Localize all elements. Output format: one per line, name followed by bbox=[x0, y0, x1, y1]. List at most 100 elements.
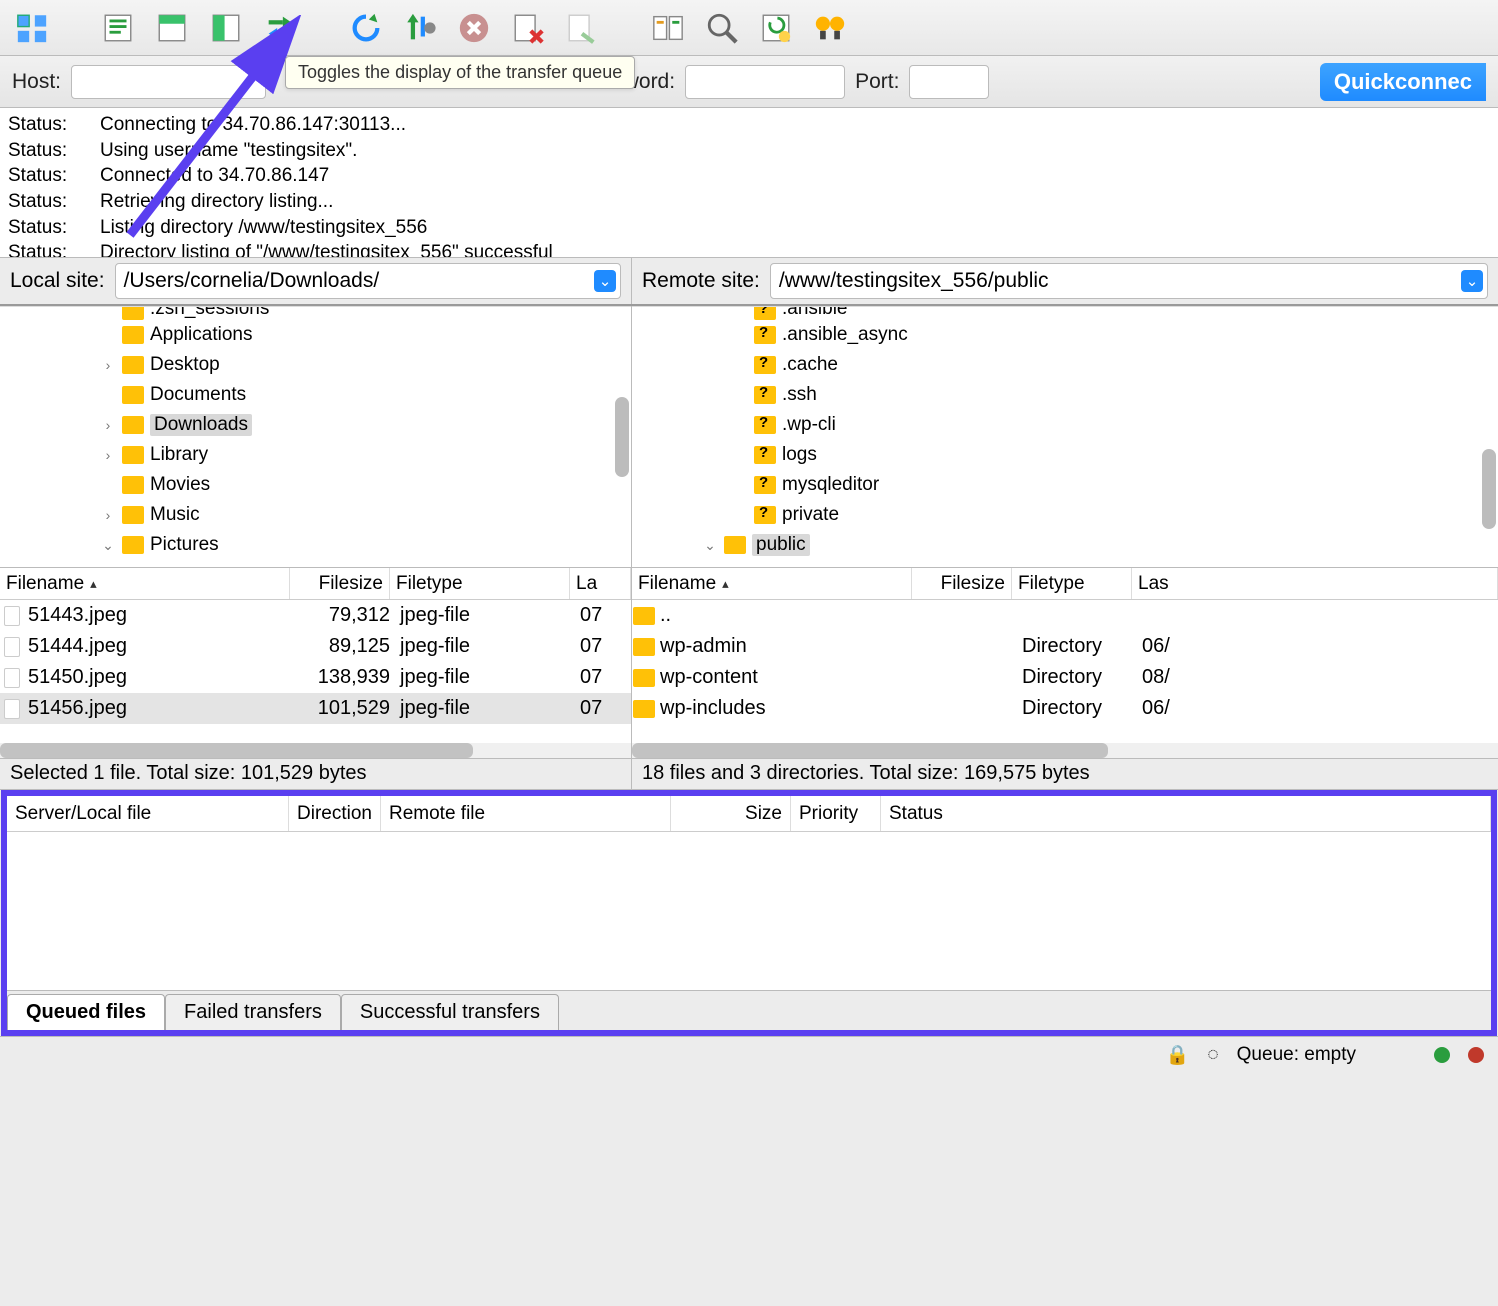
site-manager-button[interactable] bbox=[12, 8, 52, 48]
tree-item[interactable]: .ansible_async bbox=[632, 320, 1498, 350]
host-label: Host: bbox=[12, 70, 61, 94]
col-filetype[interactable]: Filetype bbox=[1012, 568, 1132, 599]
disconnect-button[interactable] bbox=[508, 8, 548, 48]
cell-mod: 08/ bbox=[1132, 666, 1498, 689]
list-row[interactable]: 51444.jpeg 89,125 jpeg-file 07 bbox=[0, 631, 631, 662]
tree-item[interactable]: .zsh_sessions bbox=[0, 306, 631, 320]
host-input[interactable] bbox=[71, 65, 266, 99]
tree-item[interactable]: .ansible bbox=[632, 306, 1498, 320]
expand-icon[interactable]: › bbox=[100, 417, 116, 433]
col-filesize[interactable]: Filesize bbox=[290, 568, 390, 599]
filter-button[interactable] bbox=[810, 8, 850, 48]
local-path: /Users/cornelia/Downloads/ bbox=[124, 269, 380, 293]
tree-item[interactable]: ›Library bbox=[0, 440, 631, 470]
col-filetype[interactable]: Filetype bbox=[390, 568, 570, 599]
expand-icon[interactable]: › bbox=[100, 447, 116, 463]
tab-failed-transfers[interactable]: Failed transfers bbox=[165, 994, 341, 1030]
scrollbar[interactable] bbox=[1482, 449, 1496, 529]
tree-item[interactable]: Applications bbox=[0, 320, 631, 350]
folder-icon bbox=[122, 476, 144, 494]
log-msg: Using username "testingsitex". bbox=[100, 138, 1490, 164]
folder-icon bbox=[754, 356, 776, 374]
remote-path-select[interactable]: /www/testingsitex_556/public ⌄ bbox=[770, 263, 1488, 299]
expand-icon[interactable]: › bbox=[100, 357, 116, 373]
h-scrollbar[interactable] bbox=[632, 743, 1498, 758]
col-filename[interactable]: Filename bbox=[632, 568, 912, 599]
tree-label: Music bbox=[150, 504, 200, 526]
queue-body[interactable] bbox=[7, 832, 1491, 990]
file-icon bbox=[4, 606, 20, 626]
quickconnect-button[interactable]: Quickconnec bbox=[1320, 63, 1486, 101]
toggle-queue-button[interactable] bbox=[260, 8, 300, 48]
cell-size: 79,312 bbox=[290, 604, 390, 627]
folder-icon bbox=[754, 306, 776, 320]
tree-item[interactable]: .ssh bbox=[632, 380, 1498, 410]
tree-item[interactable]: private bbox=[632, 500, 1498, 530]
col-modified[interactable]: La bbox=[570, 568, 631, 599]
folder-icon bbox=[122, 446, 144, 464]
col-priority[interactable]: Priority bbox=[791, 796, 881, 831]
local-site-label: Local site: bbox=[10, 269, 105, 293]
cancel-button[interactable] bbox=[454, 8, 494, 48]
compare-button[interactable] bbox=[648, 8, 688, 48]
process-queue-button[interactable] bbox=[400, 8, 440, 48]
expand-icon[interactable]: ⌄ bbox=[702, 537, 718, 554]
scrollbar[interactable] bbox=[615, 397, 629, 477]
toggle-log-button[interactable] bbox=[98, 8, 138, 48]
list-row[interactable]: 51456.jpeg 101,529 jpeg-file 07 bbox=[0, 693, 631, 724]
queue-status: Queue: empty bbox=[1237, 1044, 1356, 1066]
search-button[interactable] bbox=[702, 8, 742, 48]
col-status[interactable]: Status bbox=[881, 796, 1491, 831]
reconnect-button[interactable] bbox=[562, 8, 602, 48]
chevron-down-icon: ⌄ bbox=[594, 270, 616, 292]
refresh-button[interactable] bbox=[346, 8, 386, 48]
status-bar: 🔒 ◌ Queue: empty bbox=[0, 1036, 1498, 1072]
sync-browse-button[interactable] bbox=[756, 8, 796, 48]
port-input[interactable] bbox=[909, 65, 989, 99]
col-size[interactable]: Size bbox=[671, 796, 791, 831]
list-row[interactable]: 51443.jpeg 79,312 jpeg-file 07 bbox=[0, 600, 631, 631]
local-tree[interactable]: .zsh_sessionsApplications›DesktopDocumen… bbox=[0, 306, 632, 567]
log-label: Status: bbox=[8, 240, 100, 258]
list-row[interactable]: wp-content Directory 08/ bbox=[632, 662, 1498, 693]
remote-file-list[interactable]: Filename Filesize Filetype Las .. wp-adm… bbox=[632, 568, 1498, 758]
tree-item[interactable]: › Music bbox=[0, 500, 631, 530]
list-row[interactable]: wp-includes Directory 06/ bbox=[632, 693, 1498, 724]
col-filename[interactable]: Filename bbox=[0, 568, 290, 599]
folder-icon bbox=[633, 669, 655, 687]
password-input[interactable] bbox=[685, 65, 845, 99]
list-row[interactable]: .. bbox=[632, 600, 1498, 631]
remote-tree[interactable]: .ansible.ansible_async.cache.ssh.wp-clil… bbox=[632, 306, 1498, 567]
tree-item[interactable]: .wp-cli bbox=[632, 410, 1498, 440]
toggle-local-tree-button[interactable] bbox=[152, 8, 192, 48]
local-path-select[interactable]: /Users/cornelia/Downloads/ ⌄ bbox=[115, 263, 621, 299]
expand-icon[interactable]: ⌄ bbox=[100, 537, 116, 554]
tab-successful-transfers[interactable]: Successful transfers bbox=[341, 994, 559, 1030]
tree-item[interactable]: Documents bbox=[0, 380, 631, 410]
tree-item[interactable]: logs bbox=[632, 440, 1498, 470]
tree-item[interactable]: ›Desktop bbox=[0, 350, 631, 380]
list-header: Filename Filesize Filetype Las bbox=[632, 568, 1498, 600]
local-file-list[interactable]: Filename Filesize Filetype La 51443.jpeg… bbox=[0, 568, 632, 758]
list-row[interactable]: 51450.jpeg 138,939 jpeg-file 07 bbox=[0, 662, 631, 693]
col-server-file[interactable]: Server/Local file bbox=[7, 796, 289, 831]
h-scrollbar[interactable] bbox=[0, 743, 631, 758]
expand-icon[interactable]: › bbox=[100, 507, 116, 523]
tree-item[interactable]: ›Downloads bbox=[0, 410, 631, 440]
list-row[interactable]: wp-admin Directory 06/ bbox=[632, 631, 1498, 662]
tree-item[interactable]: Movies bbox=[0, 470, 631, 500]
tree-item[interactable]: ⌄public bbox=[632, 530, 1498, 560]
tab-queued-files[interactable]: Queued files bbox=[7, 994, 165, 1030]
toggle-remote-tree-button[interactable] bbox=[206, 8, 246, 48]
message-log: Status:Connecting to 34.70.86.147:30113.… bbox=[0, 108, 1498, 258]
file-lists: Filename Filesize Filetype La 51443.jpeg… bbox=[0, 568, 1498, 758]
col-filesize[interactable]: Filesize bbox=[912, 568, 1012, 599]
cell-type: Directory bbox=[1012, 635, 1132, 658]
col-remote-file[interactable]: Remote file bbox=[381, 796, 671, 831]
col-direction[interactable]: Direction bbox=[289, 796, 381, 831]
tree-item[interactable]: ⌄Pictures bbox=[0, 530, 631, 560]
tree-item[interactable]: .cache bbox=[632, 350, 1498, 380]
tree-item[interactable]: mysqleditor bbox=[632, 470, 1498, 500]
tree-label: .zsh_sessions bbox=[150, 306, 269, 320]
col-modified[interactable]: Las bbox=[1132, 568, 1498, 599]
